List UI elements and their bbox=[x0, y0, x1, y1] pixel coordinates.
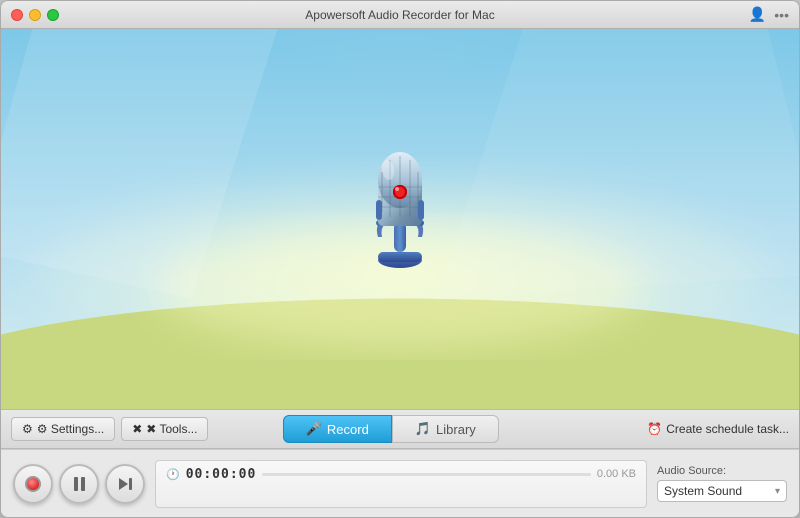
minimize-button[interactable] bbox=[29, 9, 41, 21]
audio-source-value: System Sound bbox=[664, 484, 742, 498]
transport-buttons bbox=[13, 464, 145, 504]
toolbar-tabs: 🎤 Record 🎵 Library bbox=[283, 415, 499, 443]
record-button[interactable] bbox=[13, 464, 53, 504]
pause-button[interactable] bbox=[59, 464, 99, 504]
settings-button[interactable]: ⚙ ⚙ Settings... bbox=[11, 417, 115, 441]
tools-label: ✖ Tools... bbox=[146, 422, 197, 436]
menu-icon[interactable]: ••• bbox=[774, 7, 789, 23]
settings-icon: ⚙ bbox=[22, 422, 33, 436]
schedule-icon: ⏰ bbox=[647, 422, 662, 436]
tab-record[interactable]: 🎤 Record bbox=[283, 415, 392, 443]
tools-icon: ✖ bbox=[132, 422, 142, 436]
pause-icon bbox=[74, 477, 85, 491]
microphone-illustration bbox=[340, 142, 460, 282]
play-triangle bbox=[119, 478, 128, 490]
play-skip-button[interactable] bbox=[105, 464, 145, 504]
maximize-button[interactable] bbox=[47, 9, 59, 21]
progress-area: 🕐 00:00:00 0.00 KB bbox=[155, 460, 647, 508]
controls-row: 🕐 00:00:00 0.00 KB Audio Source: System … bbox=[1, 449, 799, 517]
title-bar: Apowersoft Audio Recorder for Mac 👤 ••• bbox=[1, 1, 799, 29]
progress-bar bbox=[262, 473, 591, 476]
close-button[interactable] bbox=[11, 9, 23, 21]
progress-top: 🕐 00:00:00 0.00 KB bbox=[166, 467, 636, 482]
audio-source-select[interactable]: System Sound ▾ bbox=[657, 480, 787, 502]
settings-label: ⚙ Settings... bbox=[37, 422, 104, 436]
library-tab-icon: 🎵 bbox=[415, 421, 431, 437]
library-tab-label: Library bbox=[436, 422, 476, 437]
schedule-button[interactable]: ⏰ Create schedule task... bbox=[647, 422, 789, 436]
time-display: 00:00:00 bbox=[186, 467, 257, 482]
toolbar-left: ⚙ ⚙ Settings... ✖ ✖ Tools... bbox=[11, 417, 208, 441]
title-bar-right: 👤 ••• bbox=[749, 6, 789, 23]
clock-icon: 🕐 bbox=[166, 468, 180, 481]
traffic-lights bbox=[11, 9, 59, 21]
canvas-area bbox=[1, 29, 799, 409]
mic-icon bbox=[340, 142, 460, 282]
file-size-display: 0.00 KB bbox=[597, 468, 636, 480]
tools-button[interactable]: ✖ ✖ Tools... bbox=[121, 417, 208, 441]
skip-bar bbox=[129, 478, 132, 490]
record-tab-label: Record bbox=[327, 422, 369, 437]
toolbar-row: ⚙ ⚙ Settings... ✖ ✖ Tools... 🎤 Record 🎵 … bbox=[1, 409, 799, 449]
pause-bar-right bbox=[81, 477, 85, 491]
pause-bar-left bbox=[74, 477, 78, 491]
window-title: Apowersoft Audio Recorder for Mac bbox=[305, 8, 494, 22]
audio-source-label: Audio Source: bbox=[657, 465, 787, 477]
schedule-label: Create schedule task... bbox=[666, 422, 789, 436]
audio-source-area: Audio Source: System Sound ▾ bbox=[657, 465, 787, 502]
mic-tab-icon: 🎤 bbox=[306, 421, 322, 437]
tab-library[interactable]: 🎵 Library bbox=[392, 415, 499, 443]
user-icon[interactable]: 👤 bbox=[749, 6, 766, 23]
play-skip-icon bbox=[119, 478, 132, 490]
select-arrow-icon: ▾ bbox=[775, 486, 780, 497]
app-window: Apowersoft Audio Recorder for Mac 👤 ••• bbox=[0, 0, 800, 518]
record-icon bbox=[25, 476, 41, 492]
